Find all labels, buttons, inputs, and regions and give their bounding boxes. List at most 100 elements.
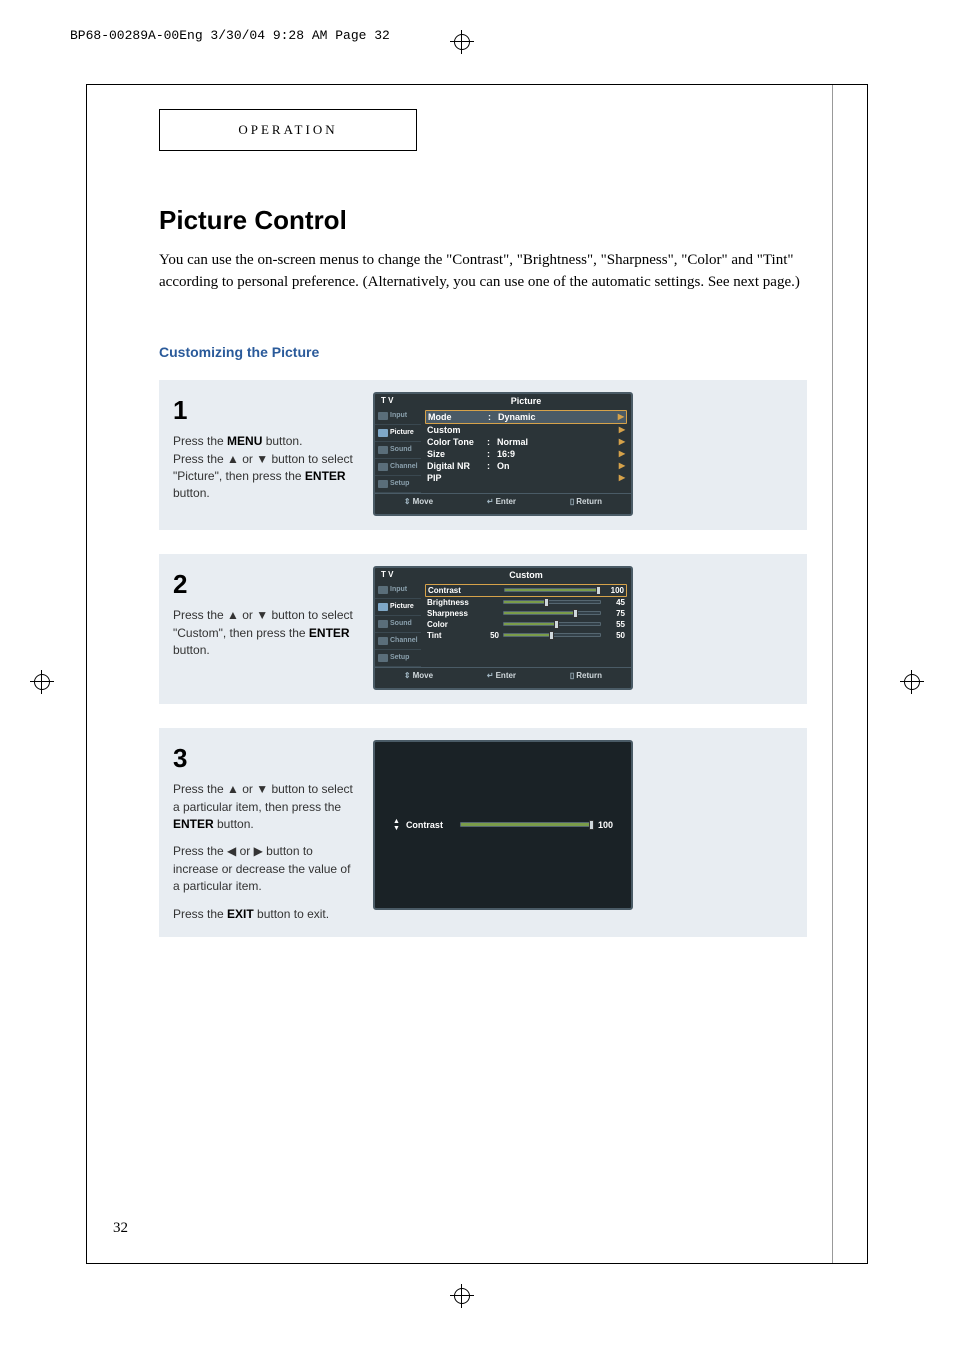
value: Normal bbox=[497, 437, 615, 447]
osd-footer-enter: ↵Enter bbox=[487, 497, 516, 506]
osd-tv-label: T V bbox=[379, 396, 425, 406]
label: Sound bbox=[390, 446, 412, 453]
text: Press the ▲ or ▼ button to select a part… bbox=[173, 782, 353, 813]
step-3: 3 Press the ▲ or ▼ button to select a pa… bbox=[159, 728, 807, 937]
slider-track bbox=[503, 600, 601, 604]
label: Sound bbox=[390, 620, 412, 627]
osd-row-size: Size:16:9▶ bbox=[425, 448, 627, 460]
osd-sidebar: Input Picture Sound Channel Setup bbox=[375, 582, 421, 667]
section-label: OPERATION bbox=[159, 109, 417, 151]
slider-thumb bbox=[554, 620, 559, 629]
content-area: Picture Control You can use the on-scree… bbox=[159, 205, 807, 961]
contrast-bar: ▲▼ Contrast 100 bbox=[393, 818, 613, 832]
label: PIP bbox=[427, 473, 483, 483]
text: button. bbox=[262, 434, 302, 448]
arrow-right-icon: ▶ bbox=[619, 473, 625, 482]
enter-button-ref: ENTER bbox=[305, 469, 346, 483]
osd-side-setup: Setup bbox=[375, 476, 421, 493]
value: 100 bbox=[604, 586, 624, 595]
value: 75 bbox=[605, 609, 625, 618]
step-3-line1: Press the ▲ or ▼ button to select a part… bbox=[173, 781, 353, 833]
slider-track bbox=[503, 633, 601, 637]
print-header: BP68-00289A-00Eng 3/30/04 9:28 AM Page 3… bbox=[70, 28, 390, 43]
input-icon bbox=[378, 412, 388, 420]
osd-footer-return: ▯Return bbox=[570, 671, 602, 680]
arrow-right-icon: ▶ bbox=[619, 437, 625, 446]
osd-side-input: Input bbox=[375, 582, 421, 599]
label: Color Tone bbox=[427, 437, 483, 447]
osd-footer-move: ⇕Move bbox=[404, 497, 433, 506]
enter-button-ref: ENTER bbox=[309, 626, 350, 640]
label: Channel bbox=[390, 637, 418, 644]
mid-value: 50 bbox=[483, 631, 499, 640]
osd-footer-move: ⇕Move bbox=[404, 671, 433, 680]
osd-row-custom: Custom▶ bbox=[425, 424, 627, 436]
step-2-line1: Press the ▲ or ▼ button to select "Custo… bbox=[173, 607, 353, 659]
slider-color: Color55 bbox=[425, 619, 627, 630]
sound-icon bbox=[378, 620, 388, 628]
text: Press the bbox=[173, 434, 227, 448]
step-1-number: 1 bbox=[173, 392, 353, 430]
label: Setup bbox=[390, 480, 409, 487]
slider-thumb bbox=[573, 609, 578, 618]
page-frame: OPERATION Picture Control You can use th… bbox=[86, 84, 868, 1264]
value: Dynamic bbox=[498, 412, 614, 422]
osd-slider-list: Contrast100 Brightness45 Sharpness75 Col… bbox=[421, 582, 631, 667]
setup-icon bbox=[378, 654, 388, 662]
text: button. bbox=[173, 486, 210, 500]
exit-button-ref: EXIT bbox=[227, 907, 254, 921]
enter-button-ref: ENTER bbox=[173, 817, 214, 831]
osd-side-channel: Channel bbox=[375, 459, 421, 476]
step-2-text: 2 Press the ▲ or ▼ button to select "Cus… bbox=[173, 566, 353, 690]
label: Contrast bbox=[428, 586, 480, 595]
value: 16:9 bbox=[497, 449, 615, 459]
arrow-right-icon: ▶ bbox=[619, 461, 625, 470]
osd-contrast-adjust: ▲▼ Contrast 100 bbox=[373, 740, 633, 910]
value: 50 bbox=[605, 631, 625, 640]
label: Picture bbox=[390, 603, 414, 610]
slider-track bbox=[503, 622, 601, 626]
page-number: 32 bbox=[113, 1220, 128, 1237]
value: 45 bbox=[605, 598, 625, 607]
osd-tv-label: T V bbox=[379, 570, 425, 580]
osd-picture-menu: T V Picture Input Picture Sound Channel … bbox=[373, 392, 633, 516]
osd-row-digitalnr: Digital NR:On▶ bbox=[425, 460, 627, 472]
label: Setup bbox=[390, 654, 409, 661]
osd-custom-menu: T V Custom Input Picture Sound Channel S… bbox=[373, 566, 633, 690]
slider-thumb bbox=[589, 820, 594, 830]
step-1-line2: Press the ▲ or ▼ button to select "Pictu… bbox=[173, 451, 353, 503]
contrast-value: 100 bbox=[598, 820, 613, 830]
arrow-right-icon: ▶ bbox=[619, 449, 625, 458]
slider-thumb bbox=[544, 598, 549, 607]
step-1-text: 1 Press the MENU button. Press the ▲ or … bbox=[173, 392, 353, 516]
input-icon bbox=[378, 586, 388, 594]
picture-icon bbox=[378, 603, 388, 611]
osd-row-colortone: Color Tone:Normal▶ bbox=[425, 436, 627, 448]
osd-side-setup: Setup bbox=[375, 650, 421, 667]
slider-tint: Tint5050 bbox=[425, 630, 627, 641]
slider-contrast: Contrast 100 bbox=[425, 584, 627, 597]
osd-footer: ⇕Move ↵Enter ▯Return bbox=[375, 493, 631, 509]
page-title: Picture Control bbox=[159, 205, 807, 236]
crop-mark-bottom bbox=[450, 1284, 474, 1308]
crop-mark-left bbox=[30, 670, 54, 694]
osd-side-input: Input bbox=[375, 408, 421, 425]
step-2: 2 Press the ▲ or ▼ button to select "Cus… bbox=[159, 554, 807, 704]
sound-icon bbox=[378, 446, 388, 454]
step-1: 1 Press the MENU button. Press the ▲ or … bbox=[159, 380, 807, 530]
label: Input bbox=[390, 412, 407, 419]
intro-paragraph: You can use the on-screen menus to chang… bbox=[159, 250, 807, 294]
slider-track bbox=[503, 611, 601, 615]
setup-icon bbox=[378, 480, 388, 488]
crop-mark-top bbox=[450, 30, 474, 54]
label: Sharpness bbox=[427, 609, 479, 618]
arrow-right-icon: ▶ bbox=[619, 425, 625, 434]
label: Picture bbox=[390, 429, 414, 436]
step-3-line3: Press the EXIT button to exit. bbox=[173, 906, 353, 923]
step-2-number: 2 bbox=[173, 566, 353, 604]
arrow-right-icon: ▶ bbox=[618, 412, 624, 421]
up-down-arrows-icon: ▲▼ bbox=[393, 818, 400, 832]
picture-icon bbox=[378, 429, 388, 437]
label: Mode bbox=[428, 412, 484, 422]
crop-mark-right bbox=[900, 670, 924, 694]
